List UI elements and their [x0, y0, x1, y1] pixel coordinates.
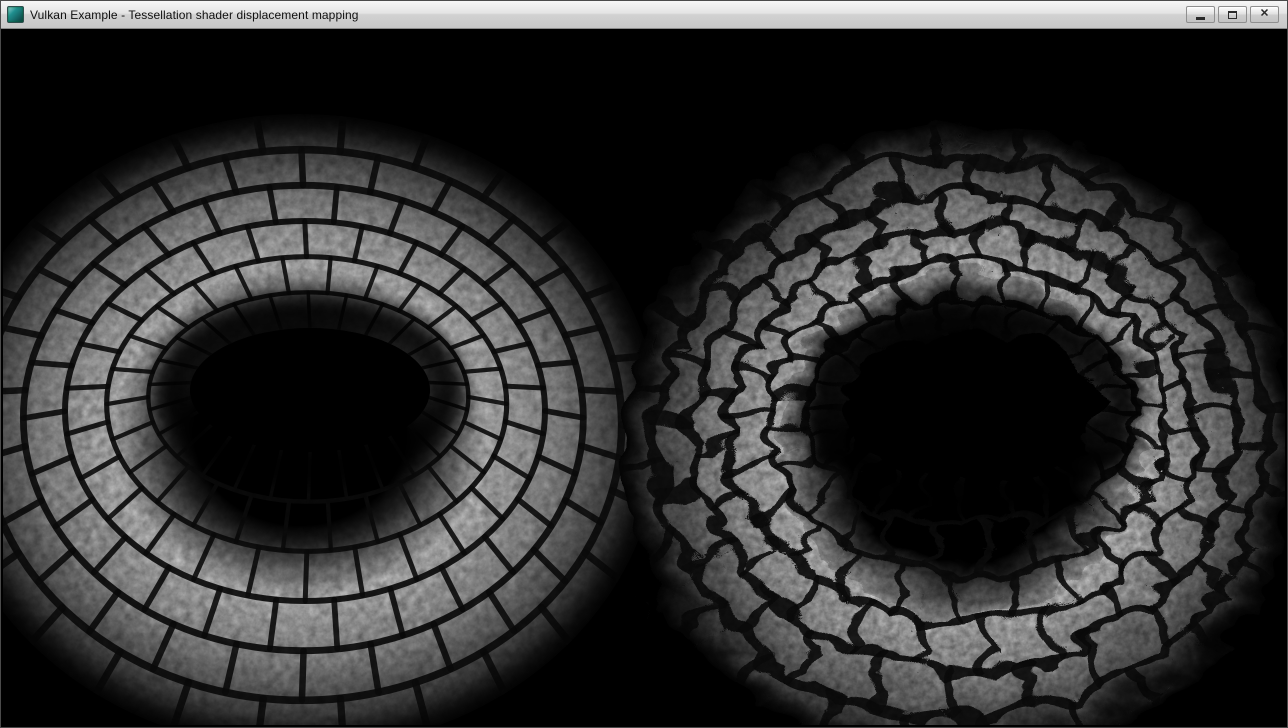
- minimize-button[interactable]: [1186, 6, 1215, 23]
- titlebar[interactable]: Vulkan Example - Tessellation shader dis…: [1, 1, 1287, 29]
- maximize-icon: [1228, 11, 1237, 19]
- render-viewport[interactable]: [3, 29, 1285, 725]
- torus-displaced: [614, 114, 1285, 725]
- window-title: Vulkan Example - Tessellation shader dis…: [30, 8, 359, 22]
- scene-svg: [3, 29, 1285, 725]
- torus-flat: [3, 114, 660, 725]
- minimize-icon: [1196, 17, 1205, 20]
- app-window: Vulkan Example - Tessellation shader dis…: [0, 0, 1288, 728]
- maximize-button[interactable]: [1218, 6, 1247, 23]
- close-icon: ✕: [1260, 9, 1269, 20]
- window-controls: ✕: [1186, 6, 1281, 23]
- app-icon: [7, 6, 24, 23]
- close-button[interactable]: ✕: [1250, 6, 1279, 23]
